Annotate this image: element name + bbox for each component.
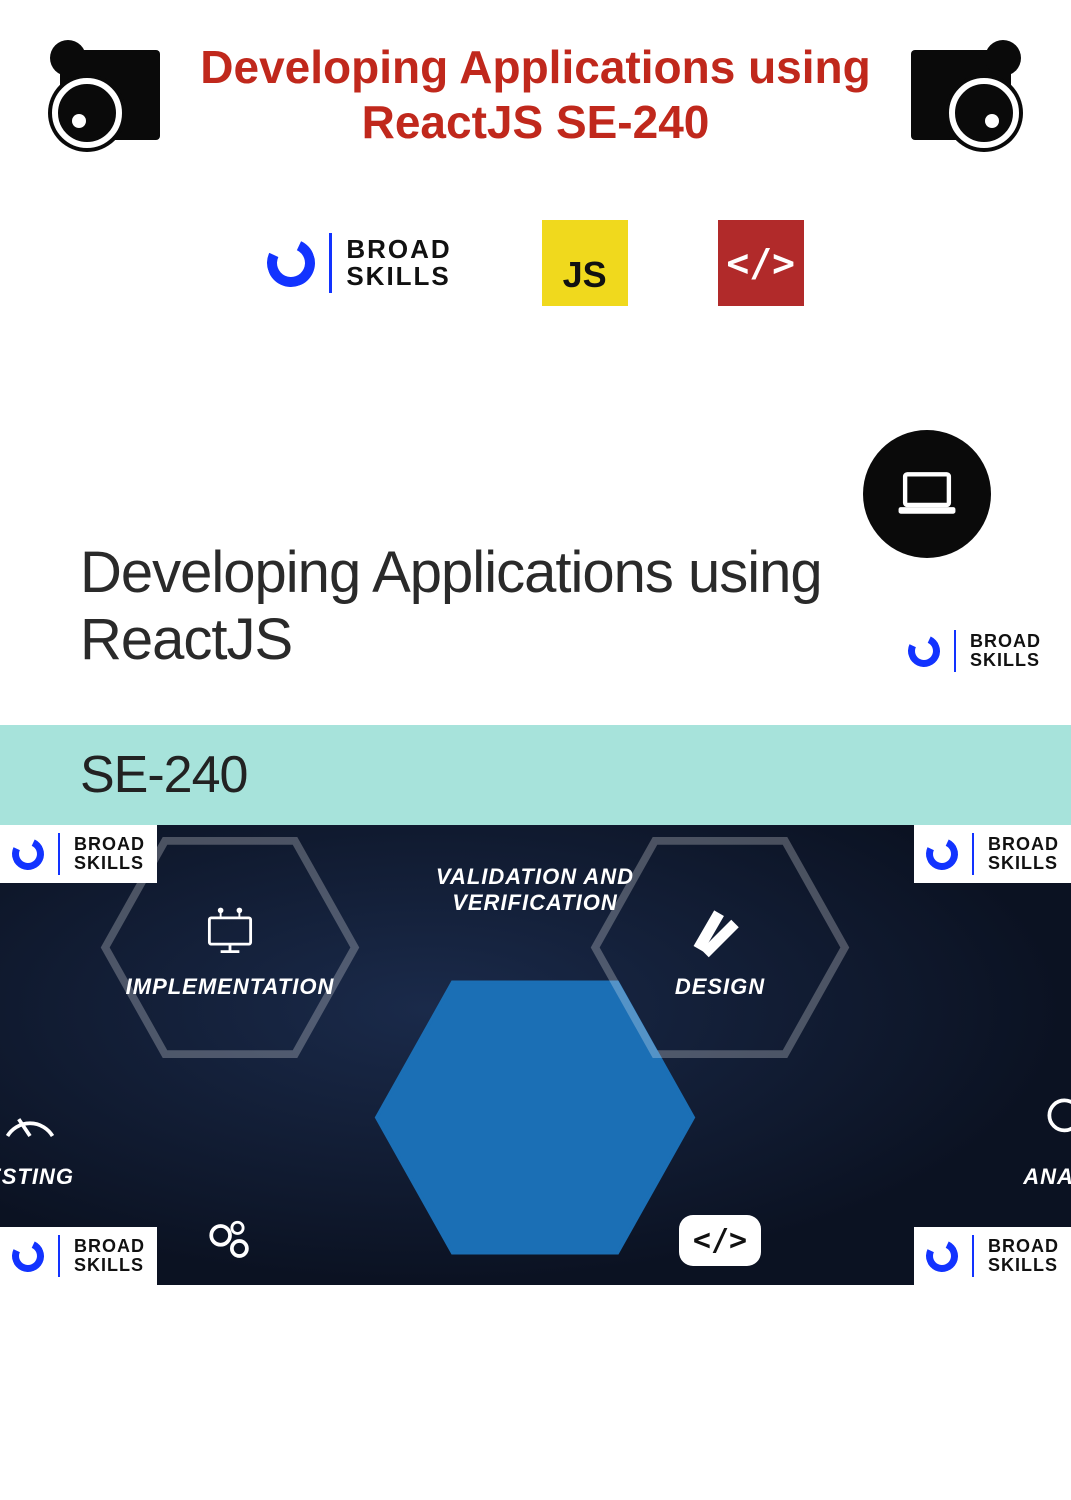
laptop-icon: [863, 430, 991, 558]
hex-design: DESIGN: [590, 835, 850, 1060]
top-banner: Developing Applications using ReactJS SE…: [0, 40, 1071, 150]
code-badge: </>: [718, 220, 804, 306]
gear-icon: [911, 50, 1011, 140]
ring-icon: [921, 833, 962, 874]
course-title: Developing Applications using ReactJS: [80, 540, 840, 673]
broadskills-logo: BROADSKILLS: [914, 825, 1071, 883]
ring-icon: [7, 1235, 48, 1276]
broadskills-logo: BROADSKILLS: [0, 825, 157, 883]
js-badge: JS: [542, 220, 628, 306]
banner-title: Developing Applications using ReactJS SE…: [160, 40, 911, 150]
course-code-band: SE-240: [0, 725, 1071, 825]
ring-icon: [903, 630, 944, 671]
course-code: SE-240: [80, 745, 247, 805]
ring-icon: [261, 232, 323, 294]
brand-line1: BROAD: [346, 236, 451, 263]
ring-icon: [7, 833, 48, 874]
logo-row: BROAD SKILLS JS </>: [0, 220, 1071, 306]
magnify-icon: [1035, 1086, 1071, 1156]
mid-section: Developing Applications using ReactJS BR…: [0, 430, 1071, 673]
brand-line2: SKILLS: [346, 263, 451, 290]
gauge-icon: [0, 1086, 65, 1156]
hex-analyze: ANALYZ: [940, 1025, 1071, 1250]
gear-icon: [60, 50, 160, 140]
gears-icon: [195, 1206, 265, 1276]
broadskills-logo: BROAD SKILLS: [267, 233, 451, 293]
ring-icon: [921, 1235, 962, 1276]
hero-image: SOFTWARE ENGINEERING IMPLEMENTATION VALI…: [0, 825, 1071, 1285]
broadskills-logo: BROADSKILLS: [0, 1227, 157, 1285]
broadskills-logo: BROAD SKILLS: [908, 630, 1041, 672]
code-icon: </>: [685, 1206, 755, 1276]
broadskills-logo: BROADSKILLS: [914, 1227, 1071, 1285]
hex-programming: </> PROGRAMMING: [590, 1145, 850, 1285]
